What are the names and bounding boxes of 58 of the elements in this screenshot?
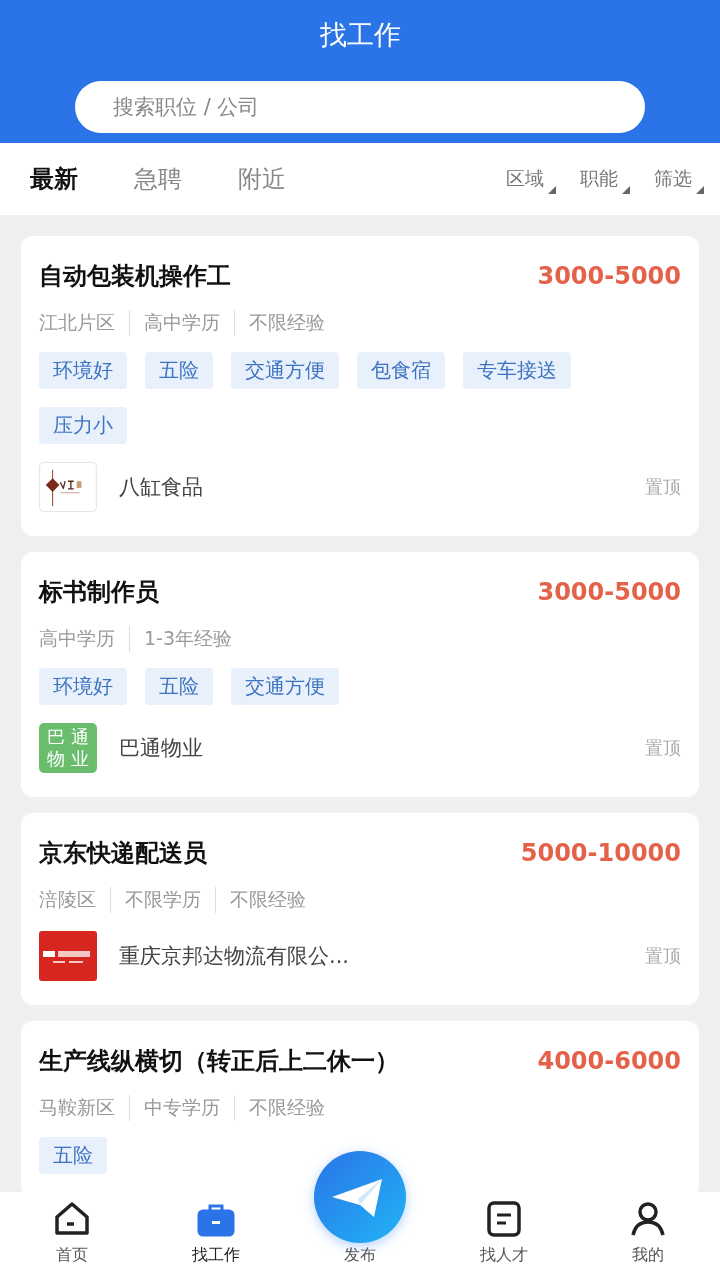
company-name: 八缸食品 <box>119 474 204 501</box>
job-title: 标书制作员 <box>39 577 159 608</box>
benefit-tag: 压力小 <box>39 407 127 444</box>
company-logo <box>39 462 97 512</box>
job-requirement: 1-3年经验 <box>129 626 233 652</box>
job-requirement: 高中学历 <box>39 626 115 651</box>
caret-icon <box>696 186 704 194</box>
pinned-label: 置顶 <box>645 475 681 499</box>
nav-item[interactable]: 首页 <box>0 1192 144 1280</box>
job-requirement: 不限学历 <box>110 887 201 913</box>
job-card[interactable]: 自动包装机操作工 3000-5000 江北片区 高中学历 不限经验 环境好 五险 交通方便 包食宿 专车接送 压力小 八缸食品 置顶 <box>21 236 699 536</box>
job-requirement: 不限经验 <box>234 310 325 336</box>
benefit-tag: 环境好 <box>39 352 127 389</box>
company-name: 重庆京邦达物流有限公... <box>119 943 351 970</box>
benefit-tag: 专车接送 <box>463 352 571 389</box>
search-field[interactable]: 搜索职位 / 公司 <box>75 81 645 133</box>
job-card[interactable]: 京东快递配送员 5000-10000 涪陵区 不限学历 不限经验 重庆京邦达物流有限公... 置顶 <box>21 813 699 1005</box>
benefit-tag: 五险 <box>39 1137 107 1174</box>
benefit-tag: 包食宿 <box>357 352 445 389</box>
salary: 3000-5000 <box>537 578 681 606</box>
pinned-label: 置顶 <box>645 736 681 760</box>
nav-item[interactable]: 找人才 <box>432 1192 576 1280</box>
job-requirement: 涪陵区 <box>39 887 96 912</box>
nav-item[interactable]: 找工作 <box>144 1192 288 1280</box>
job-title: 自动包装机操作工 <box>39 261 231 292</box>
sort-tab[interactable]: 急聘 <box>122 157 194 201</box>
job-requirement: 不限经验 <box>215 887 306 913</box>
job-card[interactable]: 标书制作员 3000-5000 高中学历 1-3年经验 环境好 五险 交通方便 巴通物业 巴通物业 置顶 <box>21 552 699 797</box>
sort-tab[interactable]: 最新 <box>18 157 90 201</box>
job-card[interactable]: 生产线纵横切（转正后上二休一） 4000-6000 马鞍新区 中专学历 不限经验 五险 <box>21 1021 699 1192</box>
job-requirement: 不限经验 <box>234 1095 325 1121</box>
job-title: 京东快递配送员 <box>39 838 207 869</box>
filter-dropdown[interactable]: 区域 <box>498 160 560 198</box>
filter-dropdown[interactable]: 筛选 <box>646 160 708 198</box>
benefit-tag: 环境好 <box>39 668 127 705</box>
job-requirement: 江北片区 <box>39 310 115 335</box>
company-name: 巴通物业 <box>119 735 204 762</box>
benefit-tag: 交通方便 <box>231 352 339 389</box>
job-title: 生产线纵横切（转正后上二休一） <box>39 1046 399 1077</box>
caret-icon <box>548 186 556 194</box>
benefit-tag: 五险 <box>145 668 213 705</box>
sort-tab[interactable]: 附近 <box>226 157 298 201</box>
caret-icon <box>622 186 630 194</box>
benefit-tag: 交通方便 <box>231 668 339 705</box>
job-requirement: 马鞍新区 <box>39 1095 115 1120</box>
id-card-icon <box>484 1199 524 1239</box>
pinned-label: 置顶 <box>645 944 681 968</box>
job-requirement: 中专学历 <box>129 1095 220 1121</box>
salary: 5000-10000 <box>520 839 681 867</box>
company-logo <box>39 931 97 981</box>
salary: 3000-5000 <box>537 262 681 290</box>
nav-item[interactable]: 我的 <box>576 1192 720 1280</box>
salary: 4000-6000 <box>537 1047 681 1075</box>
page-title: 找工作 <box>319 18 401 52</box>
job-requirement: 高中学历 <box>129 310 220 336</box>
company-logo: 巴通物业 <box>39 723 97 773</box>
filter-dropdown[interactable]: 职能 <box>572 160 634 198</box>
benefit-tag: 五险 <box>145 352 213 389</box>
